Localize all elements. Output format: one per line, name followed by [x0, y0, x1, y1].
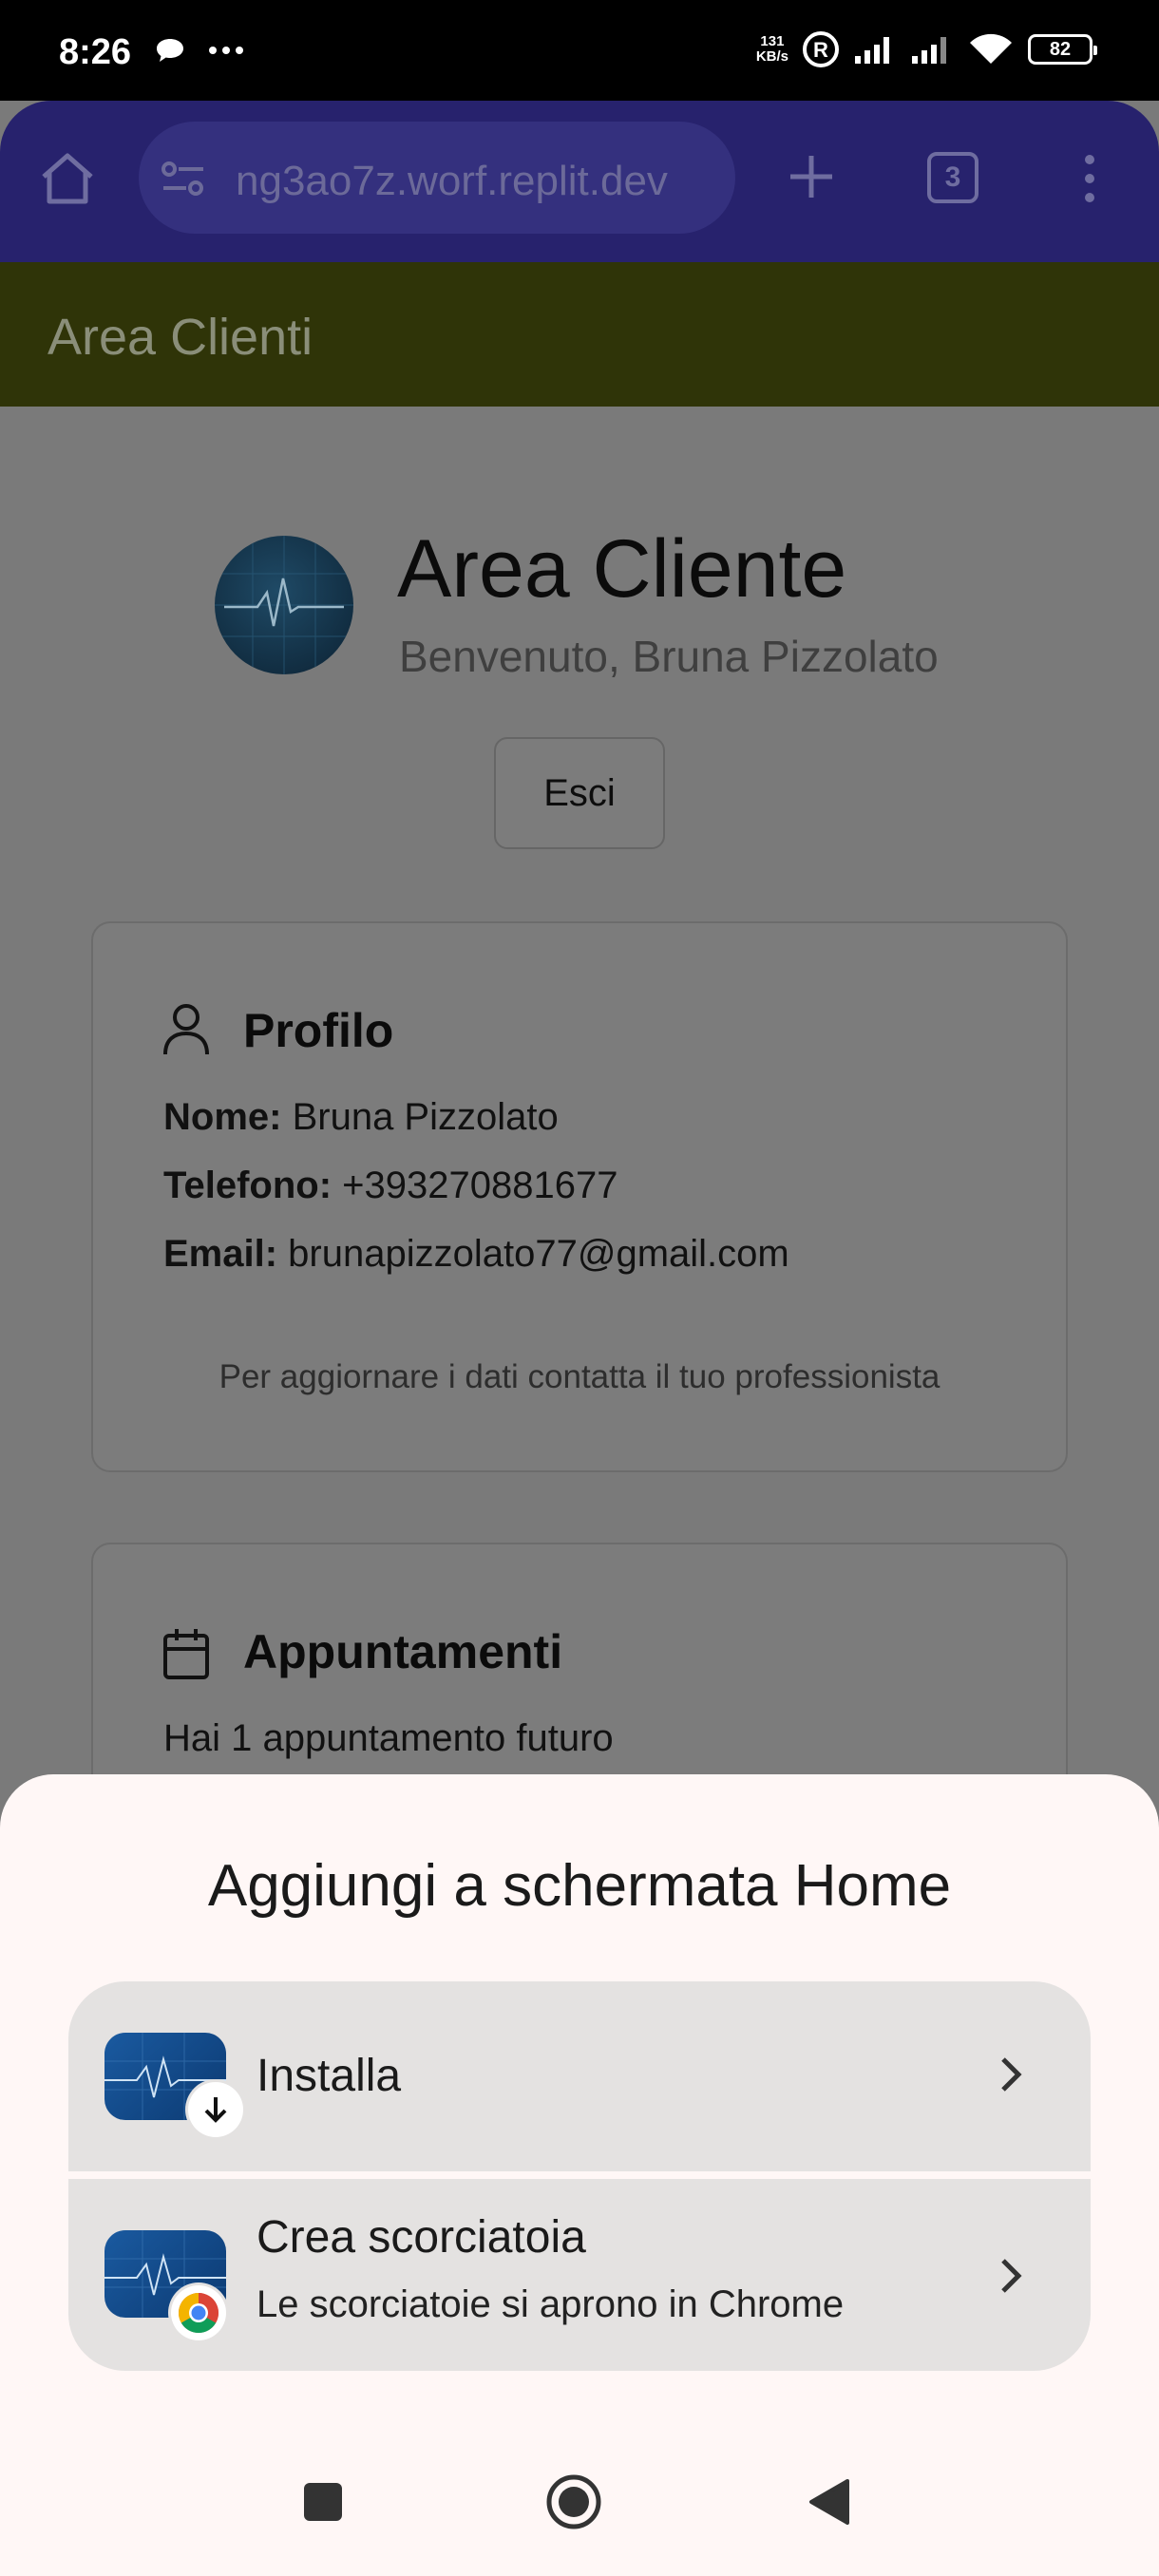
profile-name-row: Nome: Bruna Pizzolato	[163, 1096, 559, 1139]
welcome-text: Benvenuto, Bruna Pizzolato	[399, 632, 939, 681]
recents-button[interactable]	[302, 2481, 344, 2528]
plus-icon	[790, 156, 832, 198]
home-button[interactable]	[38, 150, 97, 212]
install-option[interactable]: Installa	[68, 1981, 1091, 2171]
more-vert-icon	[1085, 155, 1094, 202]
name-label: Nome:	[163, 1096, 282, 1138]
wifi-icon	[970, 33, 1012, 64]
status-notification-icons	[154, 36, 245, 65]
client-logo	[215, 536, 353, 674]
logout-button[interactable]: Esci	[494, 737, 665, 849]
chevron-right-icon	[998, 2054, 1024, 2100]
net-speed-value: 131	[760, 33, 785, 49]
shortcut-subtext: Le scorciatoie si aprono in Chrome	[256, 2283, 845, 2325]
status-bar: 8:26 131 KB/s R 82	[0, 0, 1159, 101]
add-to-home-sheet: Aggiungi a schermata Home Installa Crea …	[0, 1774, 1159, 2576]
tab-count: 3	[944, 161, 961, 193]
tab-switcher-button[interactable]: 3	[927, 152, 978, 203]
calendar-icon	[162, 1626, 211, 1686]
status-time: 8:26	[59, 32, 132, 72]
name-value: Bruna Pizzolato	[292, 1096, 559, 1138]
email-label: Email:	[163, 1233, 278, 1275]
appointments-title: Appuntamenti	[243, 1625, 563, 1678]
signal-icon-2	[912, 37, 946, 64]
chat-bubble-icon	[157, 39, 183, 62]
net-speed-unit: KB/s	[755, 48, 788, 65]
app-header-title: Area Clienti	[48, 309, 314, 366]
download-badge	[188, 2082, 243, 2137]
profile-card: Profilo Nome: Bruna Pizzolato Telefono: …	[91, 921, 1068, 1472]
url-text: ng3ao7z.worf.replit.dev	[236, 158, 668, 204]
create-shortcut-option[interactable]: Crea scorciatoia Le scorciatoie si apron…	[68, 2179, 1091, 2371]
browser-menu-button[interactable]	[1079, 152, 1100, 210]
person-icon	[162, 1001, 211, 1061]
battery-indicator: 82	[1028, 34, 1097, 65]
chrome-icon	[178, 2293, 219, 2334]
install-label: Installa	[256, 2051, 402, 2101]
back-triangle-icon	[809, 2479, 849, 2525]
more-horiz-icon	[209, 47, 243, 54]
home-nav-button[interactable]	[545, 2473, 602, 2535]
email-value: brunapizzolato77@gmail.com	[288, 1233, 789, 1275]
signal-icon	[855, 37, 889, 64]
profile-email-row: Email: brunapizzolato77@gmail.com	[163, 1233, 789, 1276]
profile-phone-row: Telefono: +393270881677	[163, 1165, 618, 1207]
new-tab-button[interactable]	[785, 150, 838, 208]
chrome-badge	[171, 2285, 226, 2340]
system-nav-bar	[0, 2458, 1159, 2553]
site-settings-icon	[162, 161, 203, 196]
recents-square-icon	[304, 2483, 342, 2521]
page-title: Area Cliente	[397, 523, 847, 615]
address-bar[interactable]: ng3ao7z.worf.replit.dev	[139, 122, 735, 234]
browser-toolbar: ng3ao7z.worf.replit.dev 3	[0, 101, 1159, 262]
home-circle-icon	[546, 2474, 601, 2529]
phone-label: Telefono:	[163, 1165, 332, 1206]
page-content: Area Cliente Benvenuto, Bruna Pizzolato …	[0, 407, 1159, 1923]
app-header: Area Clienti	[0, 262, 1159, 407]
shortcut-label: Crea scorciatoia	[256, 2212, 586, 2263]
status-system-icons: 131 KB/s R 82	[756, 30, 1097, 68]
back-button[interactable]	[808, 2477, 851, 2531]
profile-note: Per aggiornare i dati contatta il tuo pr…	[218, 1358, 940, 1395]
download-arrow-icon	[204, 2097, 227, 2123]
battery-level: 82	[1049, 38, 1072, 60]
site-settings-button[interactable]	[160, 158, 207, 204]
phone-value: +393270881677	[342, 1165, 618, 1206]
chevron-right-icon	[998, 2255, 1024, 2301]
home-icon	[42, 153, 93, 204]
heartbeat-logo-icon	[215, 536, 353, 674]
appointments-summary: Hai 1 appuntamento futuro	[163, 1717, 614, 1759]
svg-text:R: R	[813, 38, 828, 62]
registered-icon: R	[803, 31, 839, 67]
profile-title: Profilo	[243, 1004, 394, 1057]
sheet-title: Aggiungi a schermata Home	[207, 1853, 952, 1919]
net-speed: 131 KB/s	[756, 34, 788, 65]
